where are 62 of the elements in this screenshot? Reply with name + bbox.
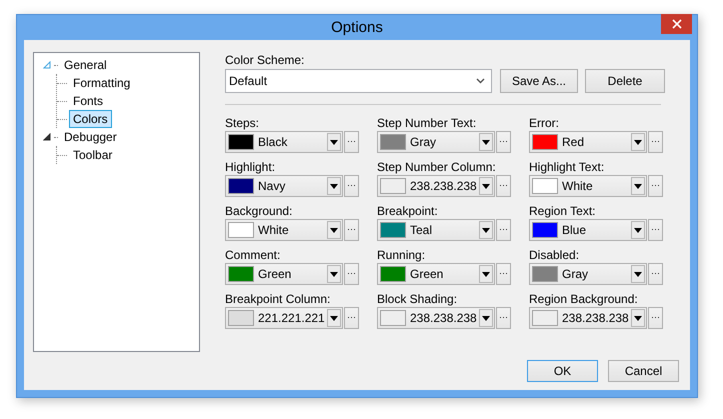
field-label: Steps: (225, 115, 260, 131)
ellipsis-button[interactable] (496, 219, 511, 241)
color-scheme-dropdown[interactable]: Default (225, 69, 492, 93)
field-label: Color Scheme: (225, 52, 306, 68)
field-label: Comment: (225, 247, 282, 263)
ellipsis-button[interactable] (648, 175, 663, 197)
field-label: Region Background: (529, 291, 639, 307)
field-label: Highlight Text: (529, 159, 606, 175)
field-label: Running: (377, 247, 426, 263)
ellipsis-button[interactable] (496, 307, 511, 329)
ellipsis-button[interactable] (648, 131, 663, 153)
field-label: Error: (529, 115, 560, 131)
close-button[interactable] (661, 14, 692, 34)
ellipsis-button[interactable] (344, 263, 359, 285)
ellipsis-button[interactable] (648, 263, 663, 285)
field-label: Disabled: (529, 247, 580, 263)
chevron-icon (476, 78, 485, 84)
color-dropdown[interactable]: 238.238.238 (377, 307, 495, 329)
color-dropdown[interactable]: 238.238.238 (377, 175, 495, 197)
tree-item[interactable]: Formatting (69, 74, 134, 92)
color-dropdown[interactable]: White (529, 175, 647, 197)
tree-item[interactable]: Colors (69, 110, 112, 128)
field-label: Step Number Column: (377, 159, 497, 175)
ellipsis-button[interactable] (496, 175, 511, 197)
close-icon (672, 19, 682, 29)
color-dropdown[interactable]: 221.221.221 (225, 307, 343, 329)
color-dropdown[interactable]: Gray (529, 263, 647, 285)
field-label: Region Text: (529, 203, 596, 219)
ellipsis-button[interactable] (648, 307, 663, 329)
tree-item[interactable]: Debugger (60, 128, 121, 146)
scheme-button[interactable]: Delete (585, 69, 665, 93)
ellipsis-button[interactable] (344, 307, 359, 329)
field-label: Breakpoint Column: (225, 291, 332, 307)
color-dropdown[interactable]: Gray (377, 131, 495, 153)
window-title: Options (331, 19, 383, 36)
field-label: Block Shading: (377, 291, 458, 307)
color-dropdown[interactable]: Green (377, 263, 495, 285)
field-label: Highlight: (225, 159, 276, 175)
ellipsis-button[interactable] (496, 263, 511, 285)
color-dropdown[interactable]: Blue (529, 219, 647, 241)
color-dropdown[interactable]: White (225, 219, 343, 241)
ellipsis-button[interactable] (344, 175, 359, 197)
color-dropdown[interactable]: 238.238.238 (529, 307, 647, 329)
dialog-button[interactable]: Cancel (608, 360, 679, 382)
ellipsis-button[interactable] (648, 219, 663, 241)
field-label: Breakpoint: (377, 203, 439, 219)
color-dropdown[interactable]: Red (529, 131, 647, 153)
color-dropdown[interactable]: Green (225, 263, 343, 285)
scheme-button[interactable]: Save As... (500, 69, 578, 93)
color-dropdown[interactable]: Teal (377, 219, 495, 241)
color-dropdown[interactable]: Navy (225, 175, 343, 197)
tree-item[interactable]: Toolbar (69, 146, 116, 164)
field-label: Background: (225, 203, 294, 219)
expander-icon[interactable] (43, 133, 51, 141)
tree-item[interactable]: General (60, 56, 111, 74)
dialog-button[interactable]: OK (527, 360, 598, 382)
field-label: Step Number Text: (377, 115, 478, 131)
ellipsis-button[interactable] (344, 219, 359, 241)
tree-item[interactable]: Fonts (69, 92, 108, 110)
color-dropdown[interactable]: Black (225, 131, 343, 153)
ellipsis-button[interactable] (496, 131, 511, 153)
ellipsis-button[interactable] (344, 131, 359, 153)
